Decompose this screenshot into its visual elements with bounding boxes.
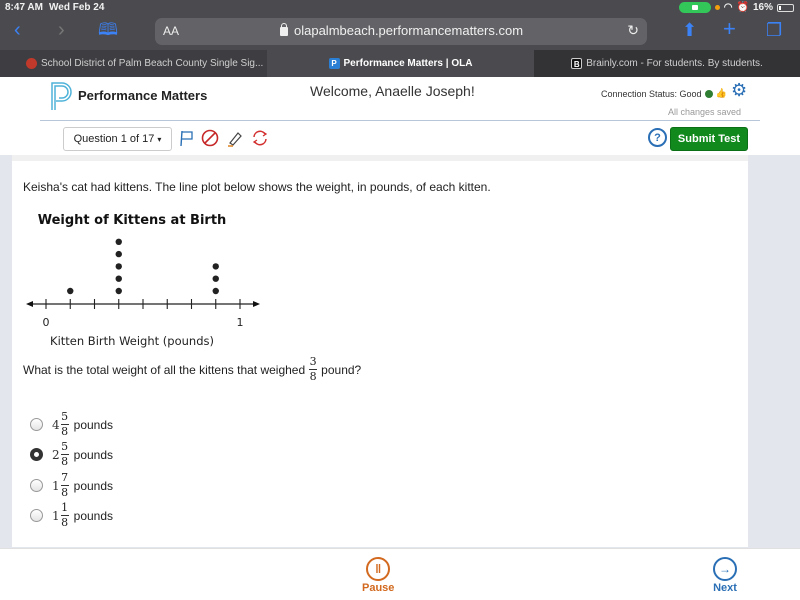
new-tab-icon[interactable]: + (723, 16, 736, 42)
thumbs-up-icon: 👍 (715, 88, 727, 98)
content-scroll-area[interactable]: Keisha's cat had kittens. The line plot … (0, 155, 800, 548)
alarm-icon: ⏰ (736, 2, 749, 13)
tab-performance-matters[interactable]: P Performance Matters | OLA (267, 50, 534, 77)
tabs-overview-icon[interactable]: ❐ (766, 20, 782, 41)
tab-bar: School District of Palm Beach County Sin… (0, 50, 800, 77)
welcome-message: Welcome, Anaelle Joseph! (310, 83, 475, 99)
browser-chrome: 8:47 AM Wed Feb 24 ◠ ⏰ 16% ‹ › 🕮 AA olap… (0, 0, 800, 50)
answer-choice-c[interactable]: 1 78 pounds (30, 472, 113, 499)
status-indicators: ◠ ⏰ 16% (678, 2, 794, 13)
performance-matters-favicon: P (328, 58, 340, 69)
answer-choice-d[interactable]: 1 18 pounds (30, 502, 113, 529)
radio-button-selected[interactable] (30, 448, 43, 461)
highlighter-pencil-icon[interactable] (225, 128, 245, 148)
data-dot (212, 275, 219, 282)
reset-refresh-icon[interactable] (250, 128, 270, 148)
flag-icon[interactable] (176, 128, 196, 148)
bottom-nav: ‖ Pause → Next (0, 548, 800, 600)
camera-in-use-icon (678, 2, 711, 13)
question-selector-dropdown[interactable]: Question 1 of 17 ▾ (63, 127, 172, 151)
radio-button[interactable] (30, 479, 43, 492)
answer-choice-a[interactable]: 4 58 pounds (30, 411, 113, 438)
caret-down-icon: ▾ (157, 134, 162, 144)
tick-label: 1 (237, 316, 244, 329)
wifi-icon: ◠ (723, 2, 733, 13)
battery-percent: 16% (752, 2, 773, 13)
logo-text: Performance Matters (78, 88, 208, 103)
mic-indicator-icon (714, 5, 720, 10)
back-button[interactable]: ‹ (14, 20, 21, 40)
header-divider (40, 120, 760, 121)
data-dot (115, 250, 122, 258)
bookmarks-icon[interactable]: 🕮 (98, 20, 118, 40)
data-dot (115, 238, 122, 245)
left-arrow-icon (26, 301, 33, 307)
answer-choice-b[interactable]: 2 58 pounds (30, 441, 113, 468)
stem-fraction: 3 8 (309, 355, 318, 383)
radio-button[interactable] (30, 418, 43, 431)
tab-school-district[interactable]: School District of Palm Beach County Sin… (0, 50, 279, 77)
connection-status: Connection Status: Good 👍 (601, 88, 727, 99)
data-dots (67, 238, 219, 295)
eliminate-answer-icon[interactable] (200, 128, 220, 148)
data-dot (115, 275, 122, 282)
submit-test-button[interactable]: Submit Test (670, 127, 748, 151)
status-date: Wed Feb 24 (49, 2, 105, 13)
school-district-favicon (26, 58, 37, 69)
x-axis-label: Kitten Birth Weight (pounds) (50, 334, 214, 348)
arrow-right-icon: → (713, 557, 737, 581)
save-status: All changes saved (668, 107, 742, 117)
lock-icon (280, 23, 288, 36)
share-icon[interactable]: ⬆ (682, 20, 697, 41)
forward-button[interactable]: › (58, 20, 65, 40)
tab-brainly[interactable]: B Brainly.com - For students. By student… (534, 50, 800, 77)
settings-gear-icon[interactable]: ⚙ (731, 80, 747, 101)
performance-matters-logo-icon (51, 82, 72, 110)
reader-aa-button[interactable]: AA (163, 24, 179, 38)
status-time: 8:47 AM (5, 2, 43, 13)
question-panel: Keisha's cat had kittens. The line plot … (12, 161, 748, 547)
data-dot (115, 263, 122, 270)
pause-icon: ‖ (366, 557, 391, 581)
data-dot (212, 263, 219, 270)
tick-labels: 01 (43, 316, 244, 329)
app-header: Performance Matters Welcome, Anaelle Jos… (0, 77, 800, 155)
chart-title: Weight of Kittens at Birth (38, 213, 227, 228)
reload-icon[interactable]: ↻ (627, 22, 639, 39)
next-button[interactable]: → Next (713, 557, 737, 594)
question-prompt: Keisha's cat had kittens. The line plot … (23, 180, 491, 194)
question-stem: What is the total weight of all the kitt… (23, 355, 362, 383)
data-dot (212, 287, 219, 295)
data-dot (115, 287, 122, 295)
address-bar[interactable]: AA olapalmbeach.performancematters.com ↻ (155, 18, 647, 45)
pause-button[interactable]: ‖ Pause (362, 557, 394, 594)
help-button[interactable]: ? (648, 128, 667, 147)
brainly-favicon: B (571, 58, 583, 69)
url-text: olapalmbeach.performancematters.com (280, 23, 523, 38)
right-arrow-icon (253, 301, 260, 307)
radio-button[interactable] (30, 509, 43, 522)
battery-icon (777, 3, 794, 12)
data-dot (67, 287, 74, 295)
line-plot-chart: Weight of Kittens at Birth 01 Kitten Bir… (26, 213, 260, 348)
tick-label: 0 (43, 316, 50, 329)
status-good-icon (704, 89, 713, 98)
